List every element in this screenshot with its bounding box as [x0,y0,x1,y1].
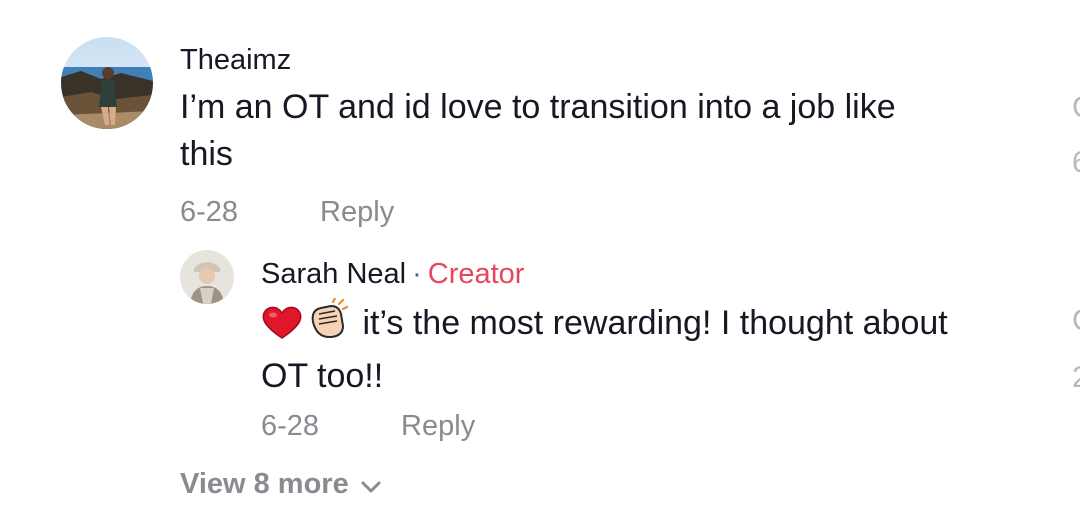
comment-meta: 6-28 Reply [180,194,394,230]
reply-like-count: 2 [1072,360,1080,396]
avatar[interactable] [180,250,234,304]
separator-dot: · [412,258,422,290]
reply-username[interactable]: Sarah Neal [261,258,406,290]
reply-meta: 6-28 Reply [261,408,475,444]
comment-date: 6-28 [180,196,239,228]
comment-thread: Theaimz I’m an OT and id love to transit… [0,0,1080,512]
comment-like-count: 6 [1072,145,1080,181]
reply-text-line: it’s the most rewarding! I thought about [261,296,1051,353]
comment-text-line: I’m an OT and id love to transition into… [180,88,896,126]
reply-date: 6-28 [261,410,320,442]
comment-username[interactable]: Theaimz [180,42,291,78]
comment-text: I’m an OT and id love to transition into… [180,84,1000,178]
creator-badge: Creator [427,258,525,290]
reply-button[interactable]: Reply [401,410,475,442]
chevron-down-icon [361,466,381,502]
reply-text: it’s the most rewarding! I thought about… [261,296,1051,400]
comment-like-icon[interactable]: C [1072,90,1080,126]
red-heart-icon [261,304,303,353]
reply-text-segment: it’s the most rewarding! I thought about [353,304,948,342]
reply-button[interactable]: Reply [320,196,394,228]
comment-text-line: this [180,135,233,173]
reply-text-line: OT too!! [261,357,384,395]
view-more-replies-button[interactable]: View 8 more [180,466,381,502]
reply-username-row: Sarah Neal · Creator [261,256,524,292]
clapping-hands-icon [307,296,349,353]
view-more-label: View 8 more [180,468,349,500]
reply-like-icon[interactable]: C [1072,303,1080,339]
avatar[interactable] [61,37,153,129]
